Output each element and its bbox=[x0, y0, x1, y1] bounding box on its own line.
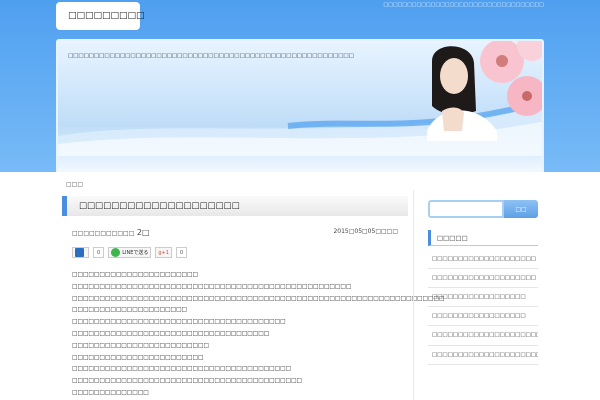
body-line: □□□□□□□□□□□□□□ bbox=[72, 389, 149, 396]
body-line: □□□□□□□□□□□□□□□□□□□□□□□□□ bbox=[72, 342, 209, 349]
site-description: □□□□□□□□□□□□□□□□□□□□□□□□□□□□□□□□□□□□□□□□… bbox=[68, 53, 354, 59]
main-content: □□□□□□□□□□□□□□□□□□□□ □□□□□□□□□□□ 2□ 2015… bbox=[62, 196, 445, 400]
line-icon bbox=[111, 248, 121, 257]
body-line: □□□□□□□□□□□□□□□□□□□□□□□□□□□□□□□□□□□□□□□□… bbox=[72, 295, 445, 302]
meta-count: 2□ bbox=[134, 228, 150, 237]
post-date: 2015□05□05□□□□ bbox=[333, 228, 398, 235]
hatena-button[interactable]: B! bbox=[72, 247, 89, 258]
body-line: □□□□□□□□□□□□□□□□□□□□□ bbox=[72, 307, 188, 314]
sidebar: □□ □□□□□ □□□□□□□□□□□□□□□□□□□□ □□□□□□□□□□… bbox=[428, 200, 538, 365]
line-button[interactable]: LINEで送る bbox=[108, 247, 152, 258]
body-line: □□□□□□□□□□□□□□□□□□□□□□□□□□□□□□□□□□□□□□□ bbox=[72, 319, 286, 326]
sidebar-section-title: □□□□□ bbox=[428, 230, 538, 246]
body-line: □□□□□□□□□□□□□□□□□□□□□□□□□□□□□□□□□□□□□□□□… bbox=[72, 378, 303, 385]
sidebar-link[interactable]: □□□□□□□□□□□□□□□□□□ bbox=[428, 288, 538, 307]
search-form: □□ bbox=[428, 200, 538, 218]
gplus-button[interactable]: g+1 bbox=[155, 247, 172, 258]
post-category[interactable]: □□□□□□□□□□□ 2□ bbox=[72, 228, 150, 237]
column-divider bbox=[413, 190, 414, 400]
gplus-label: g+1 bbox=[158, 249, 169, 256]
search-button[interactable]: □□ bbox=[504, 200, 538, 218]
woman-photo bbox=[427, 41, 542, 141]
post-body: □□□□□□□□□□□□□□□□□□□□□□□ □□□□□□□□□□□□□□□□… bbox=[62, 270, 445, 400]
search-input[interactable] bbox=[428, 200, 504, 218]
hatena-icon bbox=[75, 248, 84, 257]
sidebar-link[interactable]: □□□□□□□□□□□□□□□□□□□□□□□□□□□□□□□□ bbox=[428, 346, 538, 365]
sidebar-link[interactable]: □□□□□□□□□□□□□□□□□□□□ bbox=[428, 250, 538, 269]
site-tagline: □□□□□□□□□□□□□□□□□□□□□□□□□□□□□□□□□□ bbox=[383, 2, 544, 8]
sidebar-link[interactable]: □□□□□□□□□□□□□□□□□□ bbox=[428, 307, 538, 326]
sidebar-link[interactable]: □□□□□□□□□□□□□□□□□□□□□□□□□□□□□□□□□□□□□□ bbox=[428, 326, 538, 346]
body-line: □□□□□□□□□□□□□□□□□□□□□□□ bbox=[72, 272, 198, 278]
sidebar-link[interactable]: □□□□□□□□□□□□□□□□□□□□ bbox=[428, 269, 538, 288]
site-name: □□□□□□□□□ bbox=[68, 11, 145, 21]
meta-label: □□□□□□□□□□□ bbox=[72, 230, 135, 237]
share-buttons: B! 0 LINEで送る g+1 0 bbox=[62, 247, 408, 258]
body-line: □□□□□□□□□□□□□□□□□□□□□□□□ bbox=[72, 354, 204, 361]
hatena-count: 0 bbox=[93, 247, 105, 258]
breadcrumb[interactable]: □□□ bbox=[66, 181, 83, 188]
header-banner: □□□□□□□□□□□□□□□□□□□□□□□□□□□□□□□□□□□□□□□□… bbox=[56, 39, 544, 172]
body-line: □□□□□□□□□□□□□□□□□□□□□□□□□□□□□□□□□□□□□□□□ bbox=[72, 366, 292, 373]
body-line: □□□□□□□□□□□□□□□□□□□□□□□□□□□□□□□□□□□□ bbox=[72, 330, 270, 337]
line-label: LINEで送る bbox=[122, 250, 149, 256]
site-logo[interactable]: □□□□□□□□□ bbox=[56, 2, 145, 30]
gplus-count: 0 bbox=[175, 247, 188, 258]
post-meta: □□□□□□□□□□□ 2□ 2015□05□05□□□□ bbox=[62, 228, 408, 237]
body-line: □□□□□□□□□□□□□□□□□□□□□□□□□□□□□□□□□□□□□□□□… bbox=[72, 283, 352, 290]
sidebar-list: □□□□□□□□□□□□□□□□□□□□ □□□□□□□□□□□□□□□□□□□… bbox=[428, 250, 538, 365]
post-title: □□□□□□□□□□□□□□□□□□□□ bbox=[62, 196, 408, 216]
